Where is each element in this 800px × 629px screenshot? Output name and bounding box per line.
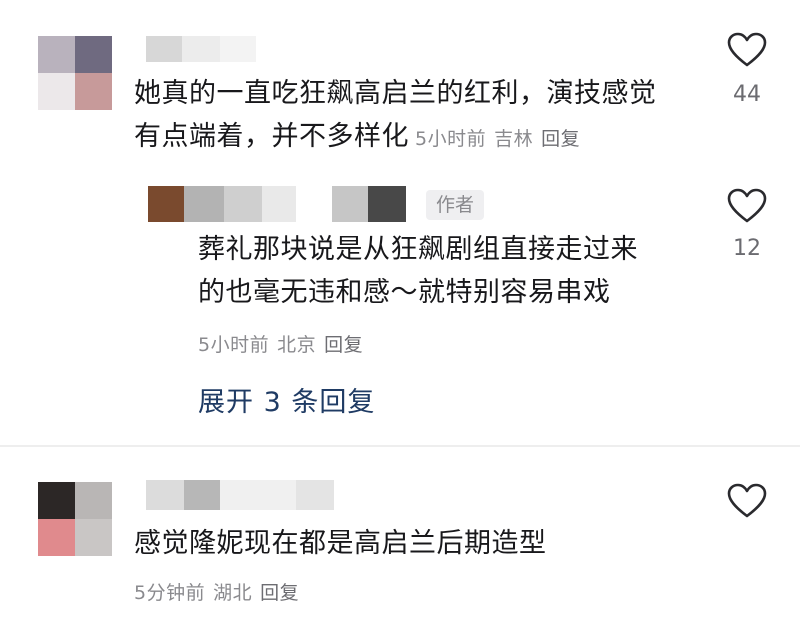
reply-username[interactable]: [184, 186, 406, 222]
avatar[interactable]: [38, 36, 112, 110]
comment-text: 她真的一直吃狂飙高启兰的红利，演技感觉 有点端着，并不多样化 5小时前 吉林 回复: [134, 72, 734, 161]
heart-outline-icon[interactable]: [727, 32, 767, 68]
username[interactable]: [146, 480, 334, 510]
timestamp: 5分钟前: [134, 582, 206, 604]
timestamp: 5小时前: [415, 128, 487, 150]
comment-meta: 5分钟前 湖北 回复: [134, 578, 307, 605]
author-badge: 作者: [426, 190, 485, 220]
reply-avatar[interactable]: [148, 186, 184, 222]
like-count: 12: [733, 236, 761, 261]
comment-text: 感觉隆妮现在都是高启兰后期造型: [134, 522, 734, 565]
reply-text: 葬礼那块说是从狂飙剧组直接走过来 的也毫无违和感～就特别容易串戏: [198, 228, 698, 314]
like-count: 44: [733, 82, 761, 107]
comment-meta: 5小时前 吉林 回复: [415, 128, 588, 150]
reply-meta: 5小时前 北京 回复: [198, 330, 371, 357]
comment-line: 感觉隆妮现在都是高启兰后期造型: [134, 528, 547, 559]
location: 湖北: [213, 582, 253, 604]
timestamp: 5小时前: [198, 334, 270, 356]
reply-button[interactable]: 回复: [324, 334, 363, 356]
heart-outline-icon[interactable]: [727, 188, 767, 224]
heart-outline-icon[interactable]: [727, 483, 767, 519]
comment-line: 有点端着，并不多样化 5小时前 吉林 回复: [134, 115, 734, 161]
reply-line: 葬礼那块说是从狂飙剧组直接走过来: [198, 234, 638, 265]
reply-button[interactable]: 回复: [260, 582, 299, 604]
comment-line-text: 有点端着，并不多样化: [134, 121, 409, 152]
reply-line: 的也毫无违和感～就特别容易串戏: [198, 277, 611, 308]
divider: [0, 445, 800, 447]
location: 吉林: [494, 128, 534, 150]
location: 北京: [277, 334, 317, 356]
avatar[interactable]: [38, 482, 112, 556]
username[interactable]: [146, 36, 256, 62]
reply-button[interactable]: 回复: [541, 128, 580, 150]
comment-line: 她真的一直吃狂飙高启兰的红利，演技感觉: [134, 78, 657, 109]
expand-replies-button[interactable]: 展开 3 条回复: [198, 380, 375, 419]
